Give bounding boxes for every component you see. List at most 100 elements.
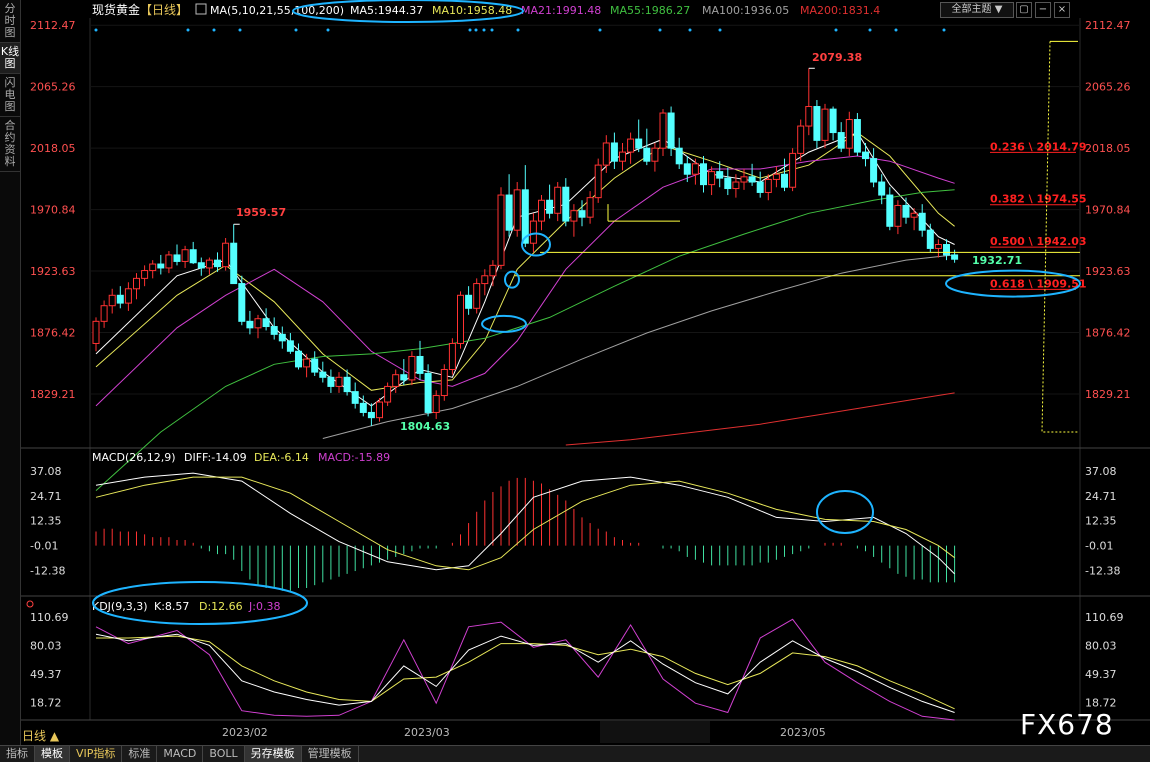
macd-header: MACD(26,12,9) (92, 451, 176, 464)
candle-body (764, 178, 772, 193)
candle-body (862, 151, 869, 160)
macd-tick-right: 24.71 (1085, 490, 1117, 503)
candle-body (772, 173, 780, 180)
tab-boll[interactable]: BOLL (203, 746, 245, 762)
tab-vip-indicators[interactable]: VIP指标 (70, 746, 123, 762)
tab-standard[interactable]: 标准 (122, 746, 158, 762)
event-marker-icon (658, 28, 662, 32)
tab-macd[interactable]: MACD (157, 746, 204, 762)
tab-flash[interactable]: 闪电图 (0, 74, 20, 117)
price-tick-left: 2112.47 (30, 19, 76, 32)
candle-body (578, 210, 586, 218)
tab-templates[interactable]: 模板 (35, 746, 70, 762)
candle-body (546, 199, 554, 214)
kdj-k: K:8.57 (154, 600, 189, 613)
event-marker-icon (294, 28, 298, 32)
bottom-tab-bar: 指标 模板 VIP指标 标准 MACD BOLL 另存模板 管理模板 (0, 745, 1150, 762)
kdj-d: D:12.66 (199, 600, 243, 613)
price-tick-left: 1923.63 (30, 265, 76, 278)
candle-body (732, 181, 740, 190)
candle-body (570, 210, 578, 222)
candle-body (222, 242, 230, 268)
candle-body (748, 176, 756, 183)
macd-tick-right: 37.08 (1085, 465, 1117, 478)
candle-body (214, 259, 221, 268)
candle-body (853, 119, 861, 153)
candle-body (627, 138, 635, 153)
candle-body (319, 371, 327, 378)
candle-body (343, 376, 351, 393)
minimize-button[interactable]: − (1035, 2, 1051, 18)
price-tick-left: 2065.26 (30, 81, 76, 94)
candle-body (116, 294, 124, 304)
macd-tick-left: -0.01 (30, 540, 58, 553)
candle-body (781, 173, 788, 188)
candle-body (181, 249, 189, 262)
candle-body (108, 294, 116, 307)
candle-body (497, 194, 505, 266)
kdj-tick-left: 49.37 (30, 668, 62, 681)
price-tick-left: 1970.84 (30, 204, 76, 217)
candle-body (943, 244, 950, 256)
candle-body (700, 163, 707, 186)
candle-body (408, 355, 416, 381)
price-tick-right: 1923.63 (1085, 265, 1131, 278)
candle-body (505, 194, 513, 231)
kdj-tick-right: 49.37 (1085, 668, 1117, 681)
period-tag: 【日线】 (140, 3, 188, 17)
candle-body (424, 372, 432, 413)
candle-body (870, 158, 878, 183)
event-marker-icon (868, 28, 872, 32)
ma100-value: MA100:1936.05 (702, 4, 789, 17)
label-last: 1932.71 (972, 254, 1022, 267)
candle-body (594, 164, 602, 199)
ma200-value: MA200:1831.4 (800, 4, 880, 17)
candle-body (529, 220, 537, 244)
tab-indicators[interactable]: 指标 (0, 746, 35, 762)
tab-contract-info[interactable]: 合约资料 (0, 117, 20, 172)
candle-body (724, 177, 732, 190)
tab-manage-templates[interactable]: 管理模板 (302, 746, 359, 762)
maximize-button[interactable]: ▢ (1016, 2, 1032, 18)
candle-body (708, 171, 716, 186)
ma-params: MA(5,10,21,55,100,200) (210, 4, 344, 17)
event-marker-icon (516, 28, 520, 32)
candle-body (643, 147, 651, 162)
macd-tick-left: -12.38 (30, 565, 65, 578)
candle-body (246, 320, 254, 329)
theme-dropdown[interactable]: 全部主题 ▼ (940, 2, 1014, 18)
kdj-j: J:0.38 (248, 600, 280, 613)
macd-tick-left: 24.71 (30, 490, 62, 503)
chevron-down-icon: ▼ (994, 4, 1003, 15)
candle-body (902, 204, 910, 218)
candle-body (716, 171, 724, 179)
macd-dea: DEA:-6.14 (254, 451, 309, 464)
tab-kline[interactable]: K线图 (0, 43, 20, 74)
tab-timeshare[interactable]: 分时图 (0, 0, 20, 43)
period-selector[interactable]: 日线 ▲ (22, 727, 59, 744)
candle-body (651, 147, 659, 162)
candle-body (311, 358, 319, 373)
kdj-tick-right: 110.69 (1085, 611, 1124, 624)
event-marker-icon (186, 28, 190, 32)
fib-label: 0.618 \ 1909.51 (990, 277, 1087, 290)
fib-label: 0.236 \ 2014.79 (990, 140, 1087, 153)
candle-body (465, 294, 473, 309)
candle-body (286, 340, 294, 352)
event-marker-icon (212, 28, 216, 32)
candle-body (926, 229, 934, 249)
candle-body (675, 147, 683, 165)
candle-body (473, 283, 481, 309)
scroll-thumb[interactable] (600, 721, 710, 743)
candle-body (92, 320, 100, 344)
candle-body (805, 106, 813, 127)
event-marker-icon (482, 28, 486, 32)
candle-body (619, 151, 626, 162)
event-marker-icon (942, 28, 946, 32)
candle-body (384, 385, 392, 403)
tab-save-template[interactable]: 另存模板 (244, 746, 302, 762)
candle-body (837, 132, 845, 149)
close-button[interactable]: × (1054, 2, 1070, 18)
candle-body (238, 283, 246, 322)
candle-body (489, 264, 497, 277)
